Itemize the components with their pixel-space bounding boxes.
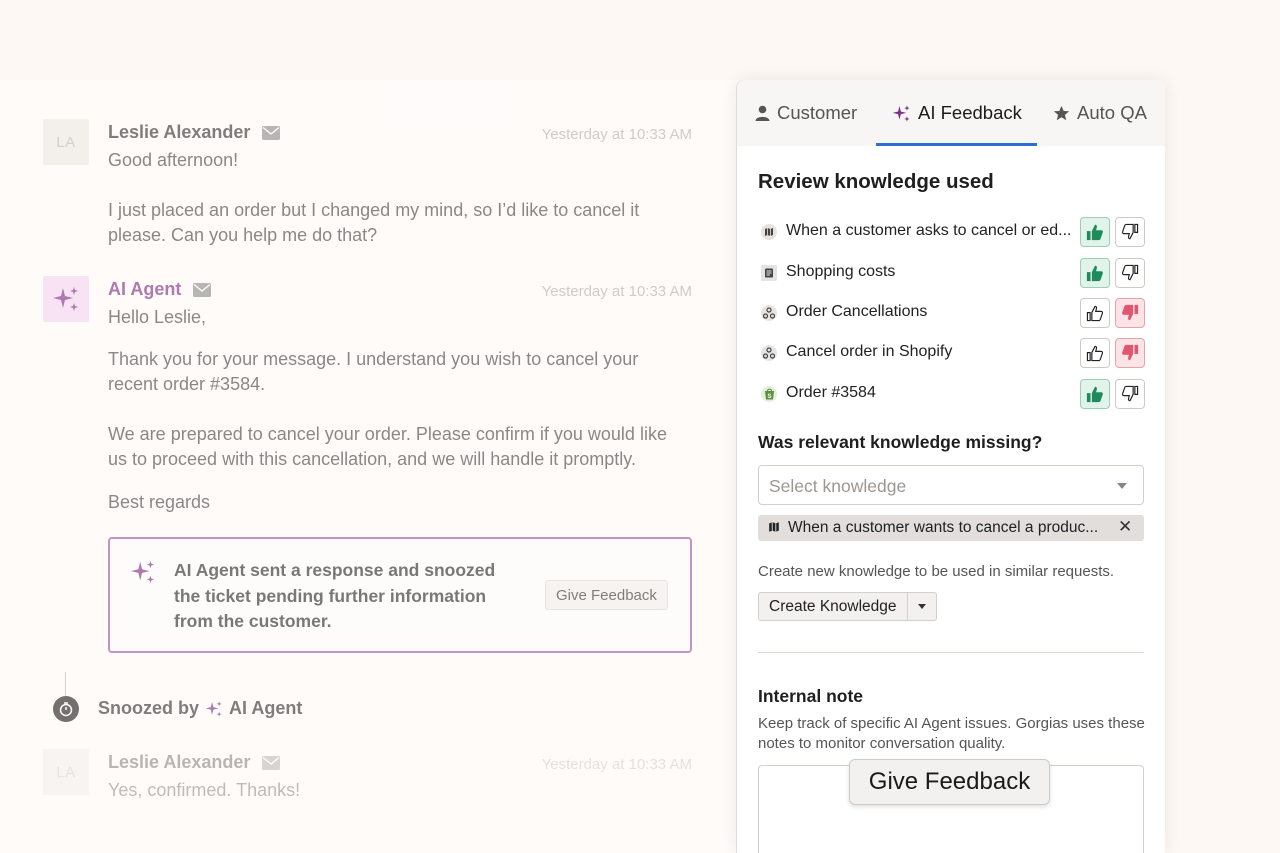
missing-knowledge-title: Was relevant knowledge missing? bbox=[758, 432, 1043, 452]
divider bbox=[758, 652, 1144, 653]
message-paragraph: Good afternoon! bbox=[108, 150, 239, 170]
thumbs-down-button[interactable] bbox=[1115, 217, 1145, 247]
give-feedback-button[interactable]: Give Feedback bbox=[545, 580, 668, 610]
knowledge-label[interactable]: Order Cancellations bbox=[786, 303, 927, 321]
thumbs-up-button[interactable] bbox=[1080, 379, 1110, 409]
chip-label: When a customer wants to cancel a produc… bbox=[788, 519, 1099, 536]
give-feedback-submit-button[interactable]: Give Feedback bbox=[849, 759, 1050, 805]
message-time: Yesterday at 10:33 AM bbox=[541, 126, 692, 143]
caret-down-icon[interactable] bbox=[908, 593, 936, 620]
shopify-icon: S bbox=[761, 386, 777, 402]
message-paragraph: Hello Leslie, bbox=[108, 307, 207, 327]
ai-feedback-panel: Customer AI Feedback Auto QA Review know… bbox=[737, 80, 1165, 853]
thumbs-up-icon bbox=[1086, 265, 1103, 282]
webhook-icon bbox=[761, 305, 777, 321]
sparkle-icon bbox=[205, 700, 222, 717]
knowledge-item: When a customer asks to cancel or ed... bbox=[758, 217, 1145, 247]
guidance-icon bbox=[761, 224, 777, 240]
person-icon bbox=[755, 105, 770, 121]
thumbs-up-icon bbox=[1086, 386, 1103, 403]
internal-note-title: Internal note bbox=[758, 686, 864, 706]
thumbs-down-icon bbox=[1121, 264, 1139, 281]
thumbs-up-button[interactable] bbox=[1080, 258, 1110, 288]
snooze-event: Snoozed by AI Agent bbox=[98, 698, 303, 718]
thumbs-up-button[interactable] bbox=[1080, 217, 1110, 247]
selected-knowledge-chip: When a customer wants to cancel a produc… bbox=[758, 515, 1144, 541]
thumbs-down-button[interactable] bbox=[1115, 298, 1145, 328]
panel-tabs: Customer AI Feedback Auto QA bbox=[737, 80, 1165, 146]
knowledge-label[interactable]: Order #3584 bbox=[786, 384, 876, 402]
active-tab-indicator bbox=[876, 143, 1037, 146]
star-icon bbox=[1053, 105, 1070, 120]
thumbs-up-icon bbox=[1086, 305, 1104, 322]
thumbs-up-icon bbox=[1086, 224, 1103, 241]
tab-customer[interactable]: Customer bbox=[755, 80, 857, 146]
guidance-icon bbox=[769, 522, 779, 532]
message-time: Yesterday at 10:33 AM bbox=[541, 756, 692, 773]
message-paragraph: Yes, confirmed. Thanks! bbox=[108, 780, 301, 800]
avatar: LA bbox=[43, 119, 89, 165]
timeline-line bbox=[65, 672, 66, 696]
sender-name: Leslie Alexander bbox=[108, 122, 281, 143]
knowledge-item: Order Cancellations bbox=[758, 298, 1145, 328]
svg-text:S: S bbox=[767, 394, 771, 400]
thumbs-up-icon bbox=[1086, 345, 1104, 362]
webhook-icon bbox=[761, 345, 777, 361]
thumbs-up-button[interactable] bbox=[1080, 338, 1110, 368]
sender-name: AI Agent bbox=[108, 279, 212, 300]
knowledge-label[interactable]: When a customer asks to cancel or ed... bbox=[786, 222, 1071, 240]
knowledge-item: Cancel order in Shopify bbox=[758, 338, 1145, 368]
mail-icon bbox=[262, 755, 281, 770]
article-icon bbox=[761, 265, 777, 281]
tab-ai-feedback[interactable]: AI Feedback bbox=[892, 80, 1022, 146]
knowledge-item: S Order #3584 bbox=[758, 379, 1145, 409]
sparkle-icon bbox=[892, 104, 910, 122]
knowledge-item: Shopping costs bbox=[758, 258, 1145, 288]
knowledge-select[interactable]: Select knowledge bbox=[758, 465, 1144, 505]
internal-note-description: Keep track of specific AI Agent issues. … bbox=[758, 715, 1145, 752]
message-paragraph: We are prepared to cancel your order. Pl… bbox=[108, 424, 667, 469]
tab-auto-qa[interactable]: Auto QA bbox=[1053, 80, 1147, 146]
create-knowledge-split-button: Create Knowledge bbox=[758, 592, 937, 621]
thumbs-down-button[interactable] bbox=[1115, 379, 1145, 409]
close-icon[interactable]: ✕ bbox=[1118, 517, 1132, 537]
create-knowledge-hint: Create new knowledge to be used in simil… bbox=[758, 563, 1115, 580]
mail-icon bbox=[193, 282, 212, 297]
knowledge-label[interactable]: Shopping costs bbox=[786, 263, 895, 281]
thumbs-down-button[interactable] bbox=[1115, 338, 1145, 368]
message-paragraph: Thank you for your message. I understand… bbox=[108, 349, 639, 394]
sender-name: Leslie Alexander bbox=[108, 752, 281, 773]
conversation-panel: LA Leslie Alexander Yesterday at 10:33 A… bbox=[0, 80, 738, 853]
timer-icon bbox=[53, 696, 79, 722]
message-time: Yesterday at 10:33 AM bbox=[541, 283, 692, 300]
review-knowledge-title: Review knowledge used bbox=[758, 170, 994, 193]
ai-agent-notice: AI Agent sent a response and snoozed the… bbox=[108, 537, 692, 653]
mail-icon bbox=[262, 125, 281, 140]
select-placeholder: Select knowledge bbox=[769, 476, 907, 496]
notice-text: AI Agent sent a response and snoozed the… bbox=[174, 560, 496, 631]
thumbs-down-button[interactable] bbox=[1115, 258, 1145, 288]
thumbs-up-button[interactable] bbox=[1080, 298, 1110, 328]
avatar: LA bbox=[43, 749, 89, 795]
caret-down-icon bbox=[1117, 483, 1127, 489]
sparkle-icon bbox=[53, 287, 78, 311]
knowledge-label[interactable]: Cancel order in Shopify bbox=[786, 343, 952, 361]
message-paragraph: I just placed an order but I changed my … bbox=[108, 200, 640, 245]
message-paragraph: Best regards bbox=[108, 492, 211, 512]
thumbs-down-icon bbox=[1121, 223, 1139, 240]
thumbs-down-icon bbox=[1122, 344, 1139, 361]
sparkle-icon bbox=[130, 560, 155, 584]
thumbs-down-icon bbox=[1122, 304, 1139, 321]
thumbs-down-icon bbox=[1121, 385, 1139, 402]
create-knowledge-button[interactable]: Create Knowledge bbox=[759, 593, 908, 620]
ai-avatar bbox=[43, 276, 89, 322]
